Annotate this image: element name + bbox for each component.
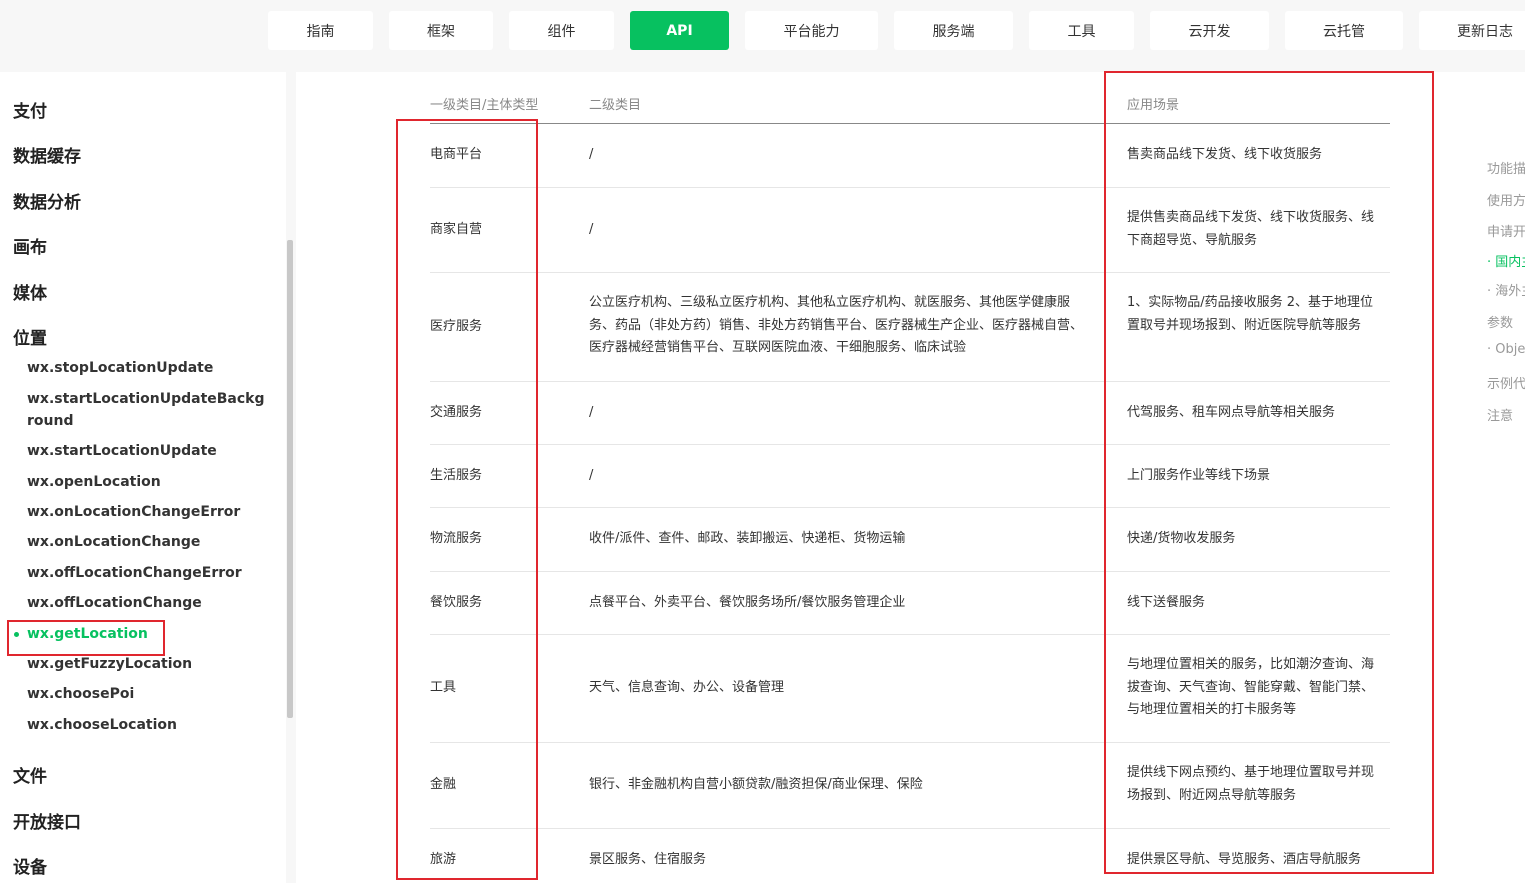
sidebar: 支付 数据缓存 数据分析 画布 媒体 位置 wx.stopLocationUpd… <box>0 72 286 883</box>
table-cell-secondary: 公立医疗机构、三级私立医疗机构、其他私立医疗机构、就医服务、其他医学健康服务、药… <box>589 295 1084 355</box>
sidebar-category-storage[interactable]: 数据缓存 <box>13 142 81 167</box>
highlight-box-active-item <box>7 620 165 656</box>
table-cell-secondary: / <box>589 468 594 483</box>
toc-item-overseas[interactable]: · 海外主体 <box>1487 280 1525 299</box>
sidebar-category-device[interactable]: 设备 <box>13 853 47 878</box>
nav-tab-changelog[interactable]: 更新日志 <box>1419 11 1525 50</box>
toc-item-domestic[interactable]: · 国内主体 <box>1487 251 1525 270</box>
sidebar-item-on-location-change[interactable]: wx.onLocationChange <box>27 531 267 553</box>
table-cell-secondary: 天气、信息查询、办公、设备管理 <box>589 680 785 695</box>
sidebar-item-open-location[interactable]: wx.openLocation <box>27 471 267 493</box>
highlight-box-primary-column <box>396 119 538 880</box>
highlight-box-scenario-column <box>1104 71 1434 874</box>
sidebar-item-off-location-change-error[interactable]: wx.offLocationChangeError <box>27 562 267 584</box>
top-navigation: 指南 框架 组件 API 平台能力 服务端 工具 云开发 云托管 更新日志 <box>0 0 1525 72</box>
sidebar-item-choose-location[interactable]: wx.chooseLocation <box>27 714 267 736</box>
nav-tab-components[interactable]: 组件 <box>509 11 614 50</box>
sidebar-scrollbar-thumb[interactable] <box>287 240 293 718</box>
nav-tab-server[interactable]: 服务端 <box>894 11 1013 50</box>
sidebar-category-canvas[interactable]: 画布 <box>13 233 47 258</box>
table-cell-secondary: 收件/派件、查件、邮政、装卸搬运、快递柜、货物运输 <box>589 531 906 546</box>
toc-item-example[interactable]: 示例代码 <box>1487 373 1525 392</box>
nav-tab-framework[interactable]: 框架 <box>389 11 493 50</box>
sidebar-category-file[interactable]: 文件 <box>13 762 47 787</box>
sidebar-item-start-location-update-background[interactable]: wx.startLocationUpdateBackground <box>27 388 267 432</box>
table-cell-secondary: / <box>589 405 594 420</box>
table-cell-secondary: / <box>589 147 594 162</box>
toc-item-notes[interactable]: 注意 <box>1487 405 1513 424</box>
nav-tab-platform-capabilities[interactable]: 平台能力 <box>745 11 878 50</box>
toc-item-description[interactable]: 功能描述 <box>1487 158 1525 177</box>
table-cell-secondary: 点餐平台、外卖平台、餐饮服务场所/餐饮服务管理企业 <box>589 595 906 610</box>
sidebar-item-on-location-change-error[interactable]: wx.onLocationChangeError <box>27 501 267 523</box>
column-header-primary: 一级类目/主体类型 <box>430 98 539 113</box>
sidebar-category-open-api[interactable]: 开放接口 <box>13 808 81 833</box>
nav-tab-cloud-hosting[interactable]: 云托管 <box>1285 11 1403 50</box>
sidebar-category-payment[interactable]: 支付 <box>13 97 47 122</box>
toc-item-apply[interactable]: 申请开通 <box>1487 221 1525 240</box>
column-header-secondary: 二级类目 <box>589 98 642 113</box>
nav-tab-tools[interactable]: 工具 <box>1029 11 1134 50</box>
sidebar-category-location[interactable]: 位置 <box>13 324 47 349</box>
nav-tab-cloud-dev[interactable]: 云开发 <box>1150 11 1269 50</box>
sidebar-item-stop-location-update[interactable]: wx.stopLocationUpdate <box>27 357 267 379</box>
sidebar-category-media[interactable]: 媒体 <box>13 279 47 304</box>
sidebar-item-start-location-update[interactable]: wx.startLocationUpdate <box>27 440 267 462</box>
toc-item-object[interactable]: · Object object <box>1487 342 1525 357</box>
sidebar-item-choose-poi[interactable]: wx.choosePoi <box>27 683 267 705</box>
sidebar-item-get-fuzzy-location[interactable]: wx.getFuzzyLocation <box>27 653 267 675</box>
table-cell-secondary: 银行、非金融机构自营小额贷款/融资担保/商业保理、保险 <box>589 777 923 792</box>
sidebar-category-analysis[interactable]: 数据分析 <box>13 188 81 213</box>
nav-tab-guide[interactable]: 指南 <box>268 11 373 50</box>
toc-item-params[interactable]: 参数 <box>1487 312 1513 331</box>
nav-tab-api[interactable]: API <box>630 11 729 50</box>
table-cell-secondary: 景区服务、住宿服务 <box>589 852 707 867</box>
table-cell-secondary: / <box>589 222 594 237</box>
sidebar-item-off-location-change[interactable]: wx.offLocationChange <box>27 592 267 614</box>
toc-item-usage[interactable]: 使用方法 <box>1487 190 1525 209</box>
